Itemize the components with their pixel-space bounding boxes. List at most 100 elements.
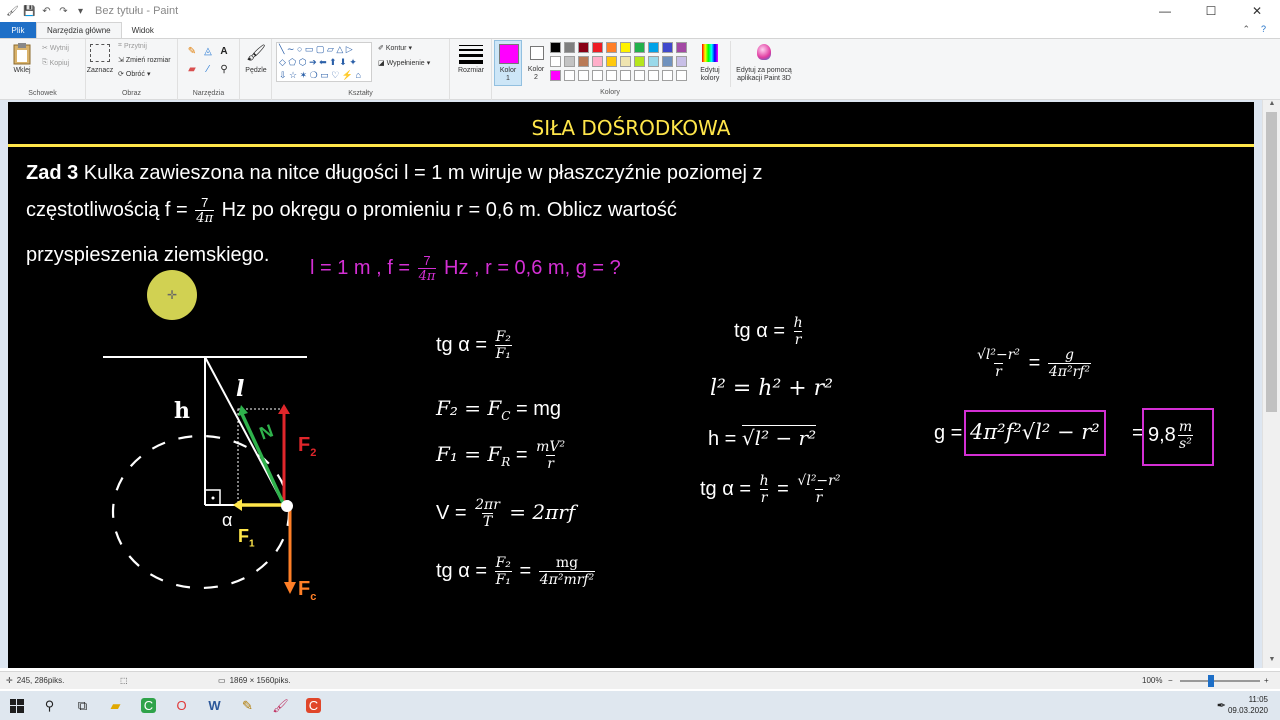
palette-swatch[interactable] <box>578 70 589 81</box>
task-view-icon[interactable]: ⧉ <box>66 691 99 720</box>
pencil-icon[interactable]: ✎ <box>186 45 198 57</box>
palette-swatch[interactable] <box>550 42 561 53</box>
text-tool-icon[interactable]: A <box>218 45 230 57</box>
palette-swatch[interactable] <box>620 42 631 53</box>
resize-button[interactable]: ⇲ Zmień rozmiar <box>118 56 171 65</box>
edit-colors-button[interactable]: Edytuj kolory <box>694 41 726 87</box>
selection-icon: ⬚ <box>120 676 128 685</box>
minimize-button[interactable]: — <box>1142 0 1188 22</box>
palette-swatch[interactable] <box>648 42 659 53</box>
word-icon[interactable]: W <box>198 691 231 720</box>
select-icon[interactable] <box>90 44 110 62</box>
palette-swatch[interactable] <box>620 70 631 81</box>
palette-swatch[interactable] <box>606 70 617 81</box>
file-explorer-icon[interactable]: ▰ <box>99 691 132 720</box>
collapse-ribbon-icon[interactable]: ⌃ <box>1242 24 1250 35</box>
palette-swatch[interactable] <box>578 56 589 67</box>
select-label[interactable]: Zaznacz <box>86 67 114 75</box>
drawing-canvas[interactable]: SIŁA DOŚRODKOWA Zad 3 Kulka zawieszona n… <box>8 102 1254 668</box>
rotate-button[interactable]: ⟳ Obróć ▾ <box>118 70 150 79</box>
palette-swatch[interactable] <box>676 42 687 53</box>
palette-swatch[interactable] <box>592 56 603 67</box>
paste-label: Wklej <box>13 67 31 74</box>
palette-swatch[interactable] <box>676 70 687 81</box>
customize-toolbar-icon[interactable]: ▾ <box>74 5 87 18</box>
fill-bucket-icon[interactable]: ◬ <box>202 45 214 57</box>
vertical-scrollbar[interactable]: ▲ ▼ <box>1262 100 1280 668</box>
crop-button[interactable]: ⌗ Przytnij <box>118 42 147 50</box>
given-data: l = 1 m , f = 7 4π Hz , r = 0,6 m, g = ? <box>310 253 621 284</box>
color2-button[interactable]: Kolor 2 <box>524 40 550 86</box>
color1-button[interactable]: Kolor 1 <box>494 40 522 86</box>
outline-button[interactable]: ✐ Kontur ▾ <box>378 44 412 53</box>
brushes-group[interactable]: 🖌 Pędzle <box>240 39 272 100</box>
copy-button[interactable]: ⎘ Kopiuj <box>42 59 69 67</box>
palette-swatch[interactable] <box>564 70 575 81</box>
col1-eq4: V = 2πr T = 2πrf <box>436 497 576 530</box>
palette-swatch[interactable] <box>550 70 561 81</box>
help-icon[interactable]: ? <box>1261 24 1266 34</box>
palette-swatch[interactable] <box>620 56 631 67</box>
palette-swatch[interactable] <box>634 70 645 81</box>
palette-swatch[interactable] <box>592 70 603 81</box>
notepad-pen-icon[interactable]: ✎ <box>231 691 264 720</box>
palette-swatch[interactable] <box>676 56 687 67</box>
zoom-in-icon[interactable]: + <box>1264 676 1269 685</box>
paint3d-button[interactable]: Edytuj za pomocą aplikacji Paint 3D <box>730 41 796 87</box>
tab-home[interactable]: Narzędzia główne <box>36 22 122 38</box>
opera-icon[interactable]: O <box>165 691 198 720</box>
palette-swatch[interactable] <box>648 70 659 81</box>
palette-swatch[interactable] <box>564 42 575 53</box>
undo-icon[interactable]: ↶ <box>40 5 53 18</box>
paint-taskbar-icon[interactable]: 🖌 <box>264 691 297 720</box>
tab-view[interactable]: Widok <box>122 22 164 38</box>
palette-swatch[interactable] <box>648 56 659 67</box>
search-icon[interactable]: ⚲ <box>33 691 66 720</box>
palette-swatch[interactable] <box>550 56 561 67</box>
pen-workspace-icon[interactable]: ✒ <box>1217 699 1226 712</box>
camtasia-icon[interactable]: C <box>132 691 165 720</box>
palette-swatch[interactable] <box>662 42 673 53</box>
color-picker-icon[interactable]: ⁄ <box>202 63 214 75</box>
scrollbar-thumb[interactable] <box>1266 112 1277 412</box>
col1-eq5: tg α = F₂ F₁ = mg 4π²mrf² <box>436 555 596 588</box>
ribbon-tabs: Plik Narzędzia główne Widok ⌃ ? <box>0 22 1280 38</box>
shapes-gallery[interactable]: ╲ ∼ ○ ▭ ▢ ▱ △ ▷ ◇ ⬠ ⬡ ➔ ⬅ ⬆ ⬇ ✦ ⇩ ☆ ✶ ❍ … <box>276 42 372 82</box>
palette-swatch[interactable] <box>634 42 645 53</box>
scroll-up-icon[interactable]: ▲ <box>1263 100 1280 112</box>
image-size: ▭ 1869 × 1560piks. <box>218 676 291 685</box>
palette-swatch[interactable] <box>634 56 645 67</box>
magnifier-icon[interactable]: ⚲ <box>218 63 230 75</box>
palette-swatch[interactable] <box>578 42 589 53</box>
palette-swatch[interactable] <box>592 42 603 53</box>
camtasia-recorder-icon[interactable]: C <box>297 691 330 720</box>
tab-file[interactable]: Plik <box>0 22 36 38</box>
start-windows-icon[interactable] <box>0 691 33 720</box>
eraser-icon[interactable]: ▰ <box>186 63 198 75</box>
crosshair-icon: ✛ <box>6 676 13 685</box>
palette-swatch[interactable] <box>662 56 673 67</box>
label-h: h <box>174 398 190 424</box>
zoom-out-icon[interactable]: − <box>1168 676 1173 685</box>
zoom-slider[interactable] <box>1180 680 1260 682</box>
palette-swatch[interactable] <box>564 56 575 67</box>
redo-icon[interactable]: ↷ <box>57 5 70 18</box>
palette-swatch[interactable] <box>662 70 673 81</box>
maximize-button[interactable]: ☐ <box>1188 0 1234 22</box>
zoom-slider-thumb[interactable] <box>1208 675 1214 687</box>
fill-button[interactable]: ◪ Wypełnienie ▾ <box>378 59 430 68</box>
scroll-down-icon[interactable]: ▼ <box>1263 656 1280 668</box>
palette-swatch[interactable] <box>606 42 617 53</box>
label-alpha: α <box>222 510 233 530</box>
save-icon[interactable]: 💾 <box>23 5 36 18</box>
brush-icon[interactable]: 🖌 <box>246 43 266 63</box>
clock[interactable]: 11:05 09.03.2020 <box>1228 694 1268 716</box>
size-group[interactable]: Rozmiar <box>450 39 492 100</box>
paste-button[interactable] <box>10 43 34 65</box>
palette-swatch[interactable] <box>606 56 617 67</box>
color1-swatch <box>499 44 519 64</box>
close-button[interactable]: ✕ <box>1234 0 1280 22</box>
cut-button[interactable]: ✂ Wytnij <box>42 44 69 53</box>
window-title: Bez tytułu - Paint <box>95 5 179 17</box>
shapes-row-2: ◇ ⬠ ⬡ ➔ ⬅ ⬆ ⬇ ✦ <box>279 57 357 67</box>
